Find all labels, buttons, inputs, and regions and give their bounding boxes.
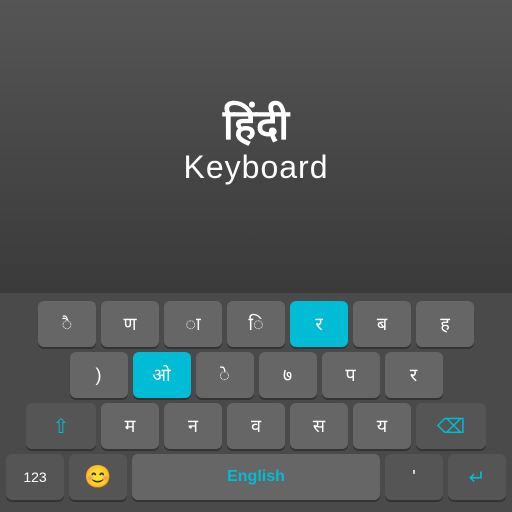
- emoji-key[interactable]: 😊: [69, 454, 127, 500]
- key-i[interactable]: ि: [227, 301, 285, 347]
- backspace-key[interactable]: ⌫: [416, 403, 486, 449]
- app-container: हिंदी Keyboard ै ण ा ि र ब ह ) ओ े ७ प र…: [0, 0, 512, 512]
- key-row-1: ै ण ा ि र ब ह: [6, 301, 506, 347]
- keyboard-area: ै ण ा ि र ब ह ) ओ े ७ प र ⇧ म न व स य ⌫: [0, 293, 512, 512]
- enter-key[interactable]: ↵: [448, 454, 506, 500]
- key-ra[interactable]: र: [290, 301, 348, 347]
- title-hindi: हिंदी: [223, 102, 289, 148]
- key-aa[interactable]: ा: [164, 301, 222, 347]
- comma-key[interactable]: ': [385, 454, 443, 500]
- bottom-row: 123 😊 English ' ↵: [6, 454, 506, 500]
- key-paren[interactable]: ): [70, 352, 128, 398]
- key-pa[interactable]: प: [322, 352, 380, 398]
- key-ma[interactable]: म: [101, 403, 159, 449]
- key-row-2: ) ओ े ७ प र: [6, 352, 506, 398]
- key-ra2[interactable]: र: [385, 352, 443, 398]
- key-sa[interactable]: स: [290, 403, 348, 449]
- space-key[interactable]: English: [132, 454, 380, 500]
- key-ya[interactable]: य: [353, 403, 411, 449]
- key-ba[interactable]: ब: [353, 301, 411, 347]
- key-na2[interactable]: न: [164, 403, 222, 449]
- key-row-3: ⇧ म न व स य ⌫: [6, 403, 506, 449]
- title-keyboard: Keyboard: [184, 149, 329, 186]
- key-7[interactable]: ७: [259, 352, 317, 398]
- key-na[interactable]: ण: [101, 301, 159, 347]
- key-o[interactable]: ओ: [133, 352, 191, 398]
- shift-key[interactable]: ⇧: [26, 403, 96, 449]
- key-ha[interactable]: ह: [416, 301, 474, 347]
- num-key[interactable]: 123: [6, 454, 64, 500]
- header: हिंदी Keyboard: [0, 0, 512, 293]
- key-e[interactable]: े: [196, 352, 254, 398]
- key-ai[interactable]: ै: [38, 301, 96, 347]
- key-va[interactable]: व: [227, 403, 285, 449]
